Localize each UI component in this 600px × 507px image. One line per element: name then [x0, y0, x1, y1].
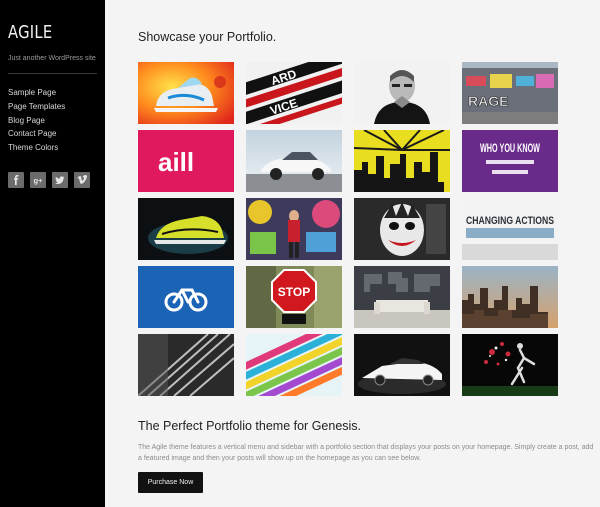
- apple-store-stairs-image: [138, 334, 234, 396]
- portfolio-tile-who-you-know-poster[interactable]: WHO YOU KNOW: [462, 130, 558, 192]
- promo-text: The Agile theme features a vertical menu…: [138, 444, 594, 462]
- white-lamborghini-image: [354, 334, 450, 396]
- portfolio-tile-city-silhouette[interactable]: [354, 130, 450, 192]
- sidebar-divider: [8, 73, 97, 74]
- colorful-blocks-image: [246, 334, 342, 396]
- portfolio-tile-dancer-explosion[interactable]: [462, 334, 558, 396]
- purchase-now-button[interactable]: Purchase Now: [138, 472, 203, 493]
- changing-actions-text: CHANGING ACTIONS: [466, 215, 554, 227]
- svg-text:RAGE: RAGE: [468, 93, 508, 109]
- who-you-know-text: WHO YOU KNOW: [480, 141, 540, 155]
- portfolio-tile-steve-jobs-portrait[interactable]: [354, 62, 450, 124]
- city-aerial-image: [462, 266, 558, 328]
- aill-logo-image: aill: [138, 130, 234, 192]
- portfolio-tile-graffiti-wall[interactable]: RAGE: [462, 62, 558, 124]
- stop-sign-text: STOP: [278, 285, 310, 299]
- nav-item-contact-page[interactable]: Contact Page: [8, 127, 65, 141]
- promo-title: The Perfect Portfolio theme for Genesis.: [138, 419, 362, 433]
- vimeo-button[interactable]: [74, 172, 90, 188]
- portfolio-tile-colorful-blocks[interactable]: [246, 334, 342, 396]
- nav-item-blog-page[interactable]: Blog Page: [8, 114, 65, 128]
- portfolio-tile-bike-logo[interactable]: [138, 266, 234, 328]
- main-content: Showcase your Portfolio. ARD VICE RAGE a…: [105, 0, 600, 507]
- portfolio-tile-white-lamborghini[interactable]: [354, 334, 450, 396]
- running-shoe-image: [138, 198, 234, 260]
- sidebar: AGILE Just another WordPress site Sample…: [0, 0, 105, 507]
- changing-actions-image: CHANGING ACTIONS: [462, 198, 558, 260]
- svg-text:g+: g+: [33, 176, 43, 185]
- portfolio-tile-joker-mural[interactable]: [354, 198, 450, 260]
- sidebar-nav: Sample Page Page Templates Blog Page Con…: [8, 86, 65, 155]
- graffiti-girl-image: [246, 198, 342, 260]
- portfolio-tile-stop-sign[interactable]: STOP: [246, 266, 342, 328]
- twitter-icon: [55, 176, 65, 184]
- stop-sign-image: STOP: [246, 266, 342, 328]
- nav-item-theme-colors[interactable]: Theme Colors: [8, 141, 65, 155]
- portfolio-tile-white-sports-car[interactable]: [246, 130, 342, 192]
- sneaker-splash-image: [138, 62, 234, 124]
- facebook-button[interactable]: [8, 172, 24, 188]
- portfolio-tile-running-shoe[interactable]: [138, 198, 234, 260]
- portfolio-tile-city-aerial[interactable]: [462, 266, 558, 328]
- joker-mural-image: [354, 198, 450, 260]
- portfolio-tile-changing-actions[interactable]: CHANGING ACTIONS: [462, 198, 558, 260]
- portfolio-tile-apple-store-stairs[interactable]: [138, 334, 234, 396]
- portfolio-tile-aill-logo[interactable]: aill: [138, 130, 234, 192]
- who-you-know-image: WHO YOU KNOW: [462, 130, 558, 192]
- portfolio-tile-graffiti-girl[interactable]: [246, 198, 342, 260]
- hardcore-typography-image: ARD VICE: [246, 62, 342, 124]
- twitter-button[interactable]: [52, 172, 68, 188]
- portfolio-tile-world-map-sofa[interactable]: [354, 266, 450, 328]
- dancer-explosion-image: [462, 334, 558, 396]
- vimeo-icon: [77, 175, 87, 184]
- bike-logo-image: [138, 266, 234, 328]
- city-silhouette-image: [354, 130, 450, 192]
- graffiti-wall-image: RAGE: [462, 62, 558, 124]
- portfolio-tile-sneaker-splash[interactable]: [138, 62, 234, 124]
- portfolio-tile-hardcore-typography[interactable]: ARD VICE: [246, 62, 342, 124]
- portfolio-title: Showcase your Portfolio.: [138, 30, 277, 44]
- world-map-sofa-image: [354, 266, 450, 328]
- nav-item-page-templates[interactable]: Page Templates: [8, 100, 65, 114]
- google-plus-button[interactable]: g+: [30, 172, 46, 188]
- facebook-icon: [14, 175, 19, 185]
- white-sports-car-image: [246, 130, 342, 192]
- site-title[interactable]: AGILE: [8, 22, 52, 43]
- site-description: Just another WordPress site: [8, 55, 96, 62]
- social-links: g+: [8, 172, 90, 188]
- steve-jobs-portrait-image: [354, 62, 450, 124]
- aill-logo-text: aill: [158, 147, 194, 177]
- google-plus-icon: g+: [33, 176, 43, 185]
- nav-item-sample-page[interactable]: Sample Page: [8, 86, 65, 100]
